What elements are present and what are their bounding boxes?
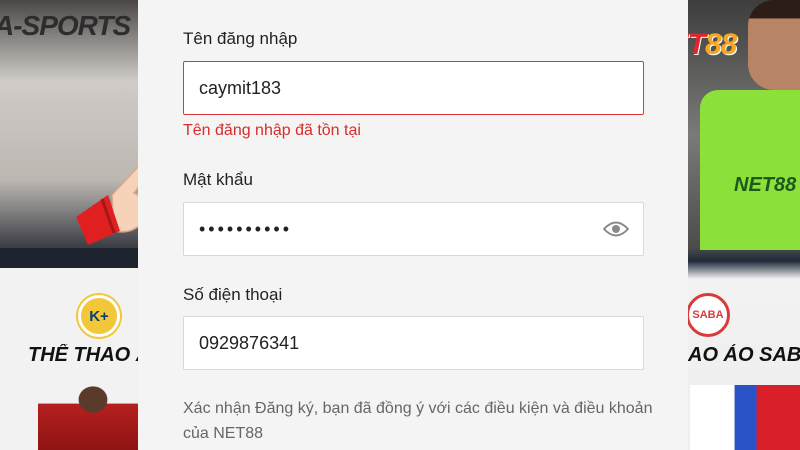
phone-label: Số điện thoại bbox=[183, 285, 283, 304]
background-band bbox=[0, 248, 138, 268]
jersey-logo: NET88 bbox=[734, 174, 797, 196]
password-input[interactable]: •••••••••• bbox=[183, 202, 644, 256]
terms-text: Xác nhận Đăng ký, bạn đã đồng ý với các … bbox=[183, 400, 653, 442]
player-image-left bbox=[38, 378, 138, 450]
a-sports-heading: A-SPORTS bbox=[0, 10, 131, 41]
saba-logo: SABA bbox=[686, 293, 730, 337]
right-category-caption: AO ẢO SABA bbox=[688, 344, 800, 366]
username-label: Tên đăng nhập bbox=[183, 29, 298, 48]
password-label: Mật khẩu bbox=[183, 170, 253, 189]
player-image-right-lower bbox=[690, 385, 800, 450]
username-input[interactable]: caymit183 bbox=[183, 61, 644, 115]
phone-value: 0929876341 bbox=[199, 332, 300, 353]
password-value: •••••••••• bbox=[199, 218, 293, 239]
username-error-message: Tên đăng nhập đã tồn tại bbox=[183, 122, 361, 139]
player-head-right bbox=[748, 0, 800, 90]
eye-icon[interactable] bbox=[603, 220, 629, 238]
registration-form: Tên đăng nhập caymit183 Tên đăng nhập đã… bbox=[138, 0, 688, 450]
player-image-right: NET88 bbox=[700, 90, 800, 250]
username-value: caymit183 bbox=[199, 77, 282, 98]
left-category-caption: THỂ THAO ẢO bbox=[28, 344, 138, 366]
kplus-logo: K+ bbox=[78, 295, 120, 337]
phone-input[interactable]: 0929876341 bbox=[183, 316, 644, 370]
